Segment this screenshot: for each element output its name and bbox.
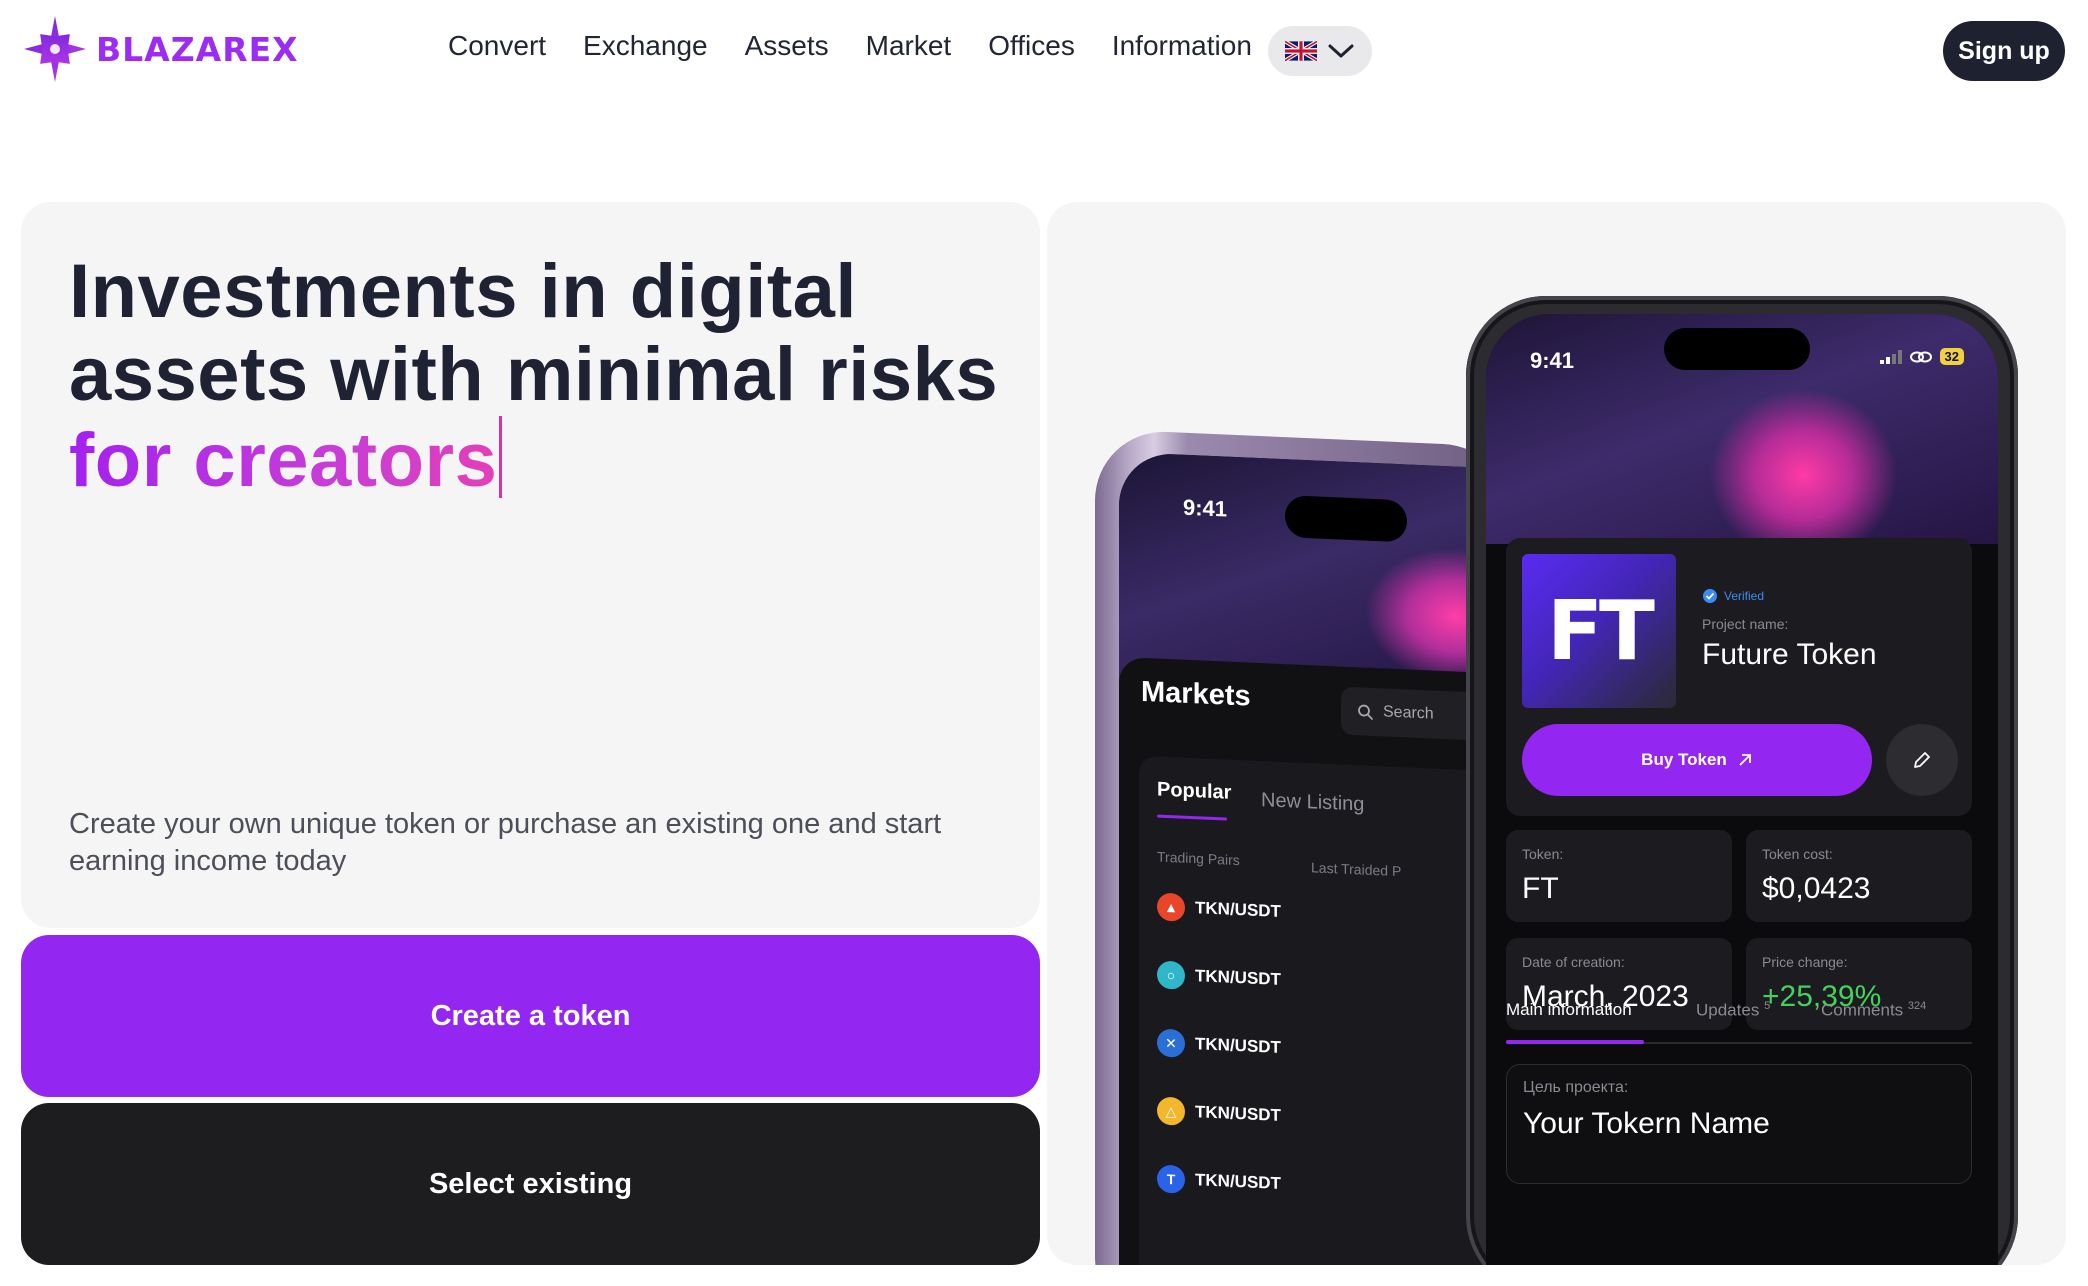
- signal-icon: [1879, 349, 1902, 364]
- pair-row[interactable]: ▲ TKN/USDT: [1157, 892, 1281, 926]
- t-coin-icon: T: [1157, 1164, 1185, 1194]
- verified-icon: [1703, 589, 1717, 603]
- pencil-icon: [1914, 752, 1930, 768]
- nav-offices[interactable]: Offices: [988, 30, 1075, 62]
- circle-coin-icon: ○: [1157, 960, 1185, 990]
- chevron-down-icon: [1328, 44, 1354, 58]
- tab-active-indicator: [1157, 814, 1227, 821]
- stat-value: $0,0423: [1762, 872, 1871, 905]
- headline-line-2: assets with minimal risks: [69, 332, 999, 417]
- pair-row[interactable]: ✕ TKN/USDT: [1157, 1028, 1281, 1062]
- uk-flag-icon: [1285, 41, 1317, 61]
- typing-caret: [499, 416, 503, 498]
- pair-name: TKN/USDT: [1195, 966, 1281, 989]
- tab-updates-count: 5: [1764, 1000, 1771, 1012]
- token-logo: FT: [1522, 554, 1676, 708]
- tab-popular[interactable]: Popular: [1157, 779, 1231, 805]
- tab-comments-count: 324: [1907, 1000, 1927, 1012]
- markets-title: Markets: [1141, 675, 1251, 713]
- headline-line-1: Investments in digital: [69, 249, 858, 334]
- arrow-up-right-icon: [1739, 754, 1751, 766]
- project-goal-field: Цель проекта: Your Tokern Name: [1506, 1064, 1972, 1184]
- dynamic-island: [1285, 495, 1407, 543]
- col-trading-pairs: Trading Pairs: [1157, 848, 1240, 869]
- stat-token: Token: FT: [1506, 830, 1732, 922]
- nav-convert[interactable]: Convert: [448, 30, 546, 62]
- token-tabs: Main information Updates 5 Comments 324: [1506, 984, 1972, 1044]
- phone-markets-screen: 9:41 Markets Search Popular New Listing …: [1119, 451, 1515, 1265]
- col-last-traded: Last Traided P: [1311, 859, 1402, 880]
- pair-name: TKN/USDT: [1195, 898, 1281, 921]
- verified-badge: Verified: [1702, 588, 1764, 604]
- edit-button[interactable]: [1886, 724, 1958, 796]
- status-icons: 32: [1879, 348, 1964, 365]
- verified-label: Verified: [1724, 589, 1765, 603]
- stat-token-cost: Token cost: $0,0423: [1746, 830, 1972, 922]
- create-token-button[interactable]: Create a token: [21, 935, 1040, 1097]
- brand-name: BLAZAREX: [96, 29, 299, 69]
- goal-value: Your Tokern Name: [1523, 1107, 1770, 1140]
- markets-list: Popular New Listing Trading Pairs Last T…: [1139, 755, 1515, 1265]
- signup-button[interactable]: Sign up: [1943, 21, 2065, 81]
- tab-main-information[interactable]: Main information: [1506, 1000, 1632, 1020]
- pair-name: TKN/USDT: [1195, 1102, 1281, 1125]
- stat-label: Price change:: [1762, 954, 1848, 970]
- language-selector[interactable]: [1268, 26, 1372, 76]
- dynamic-island: [1664, 328, 1810, 370]
- main-nav: Convert Exchange Assets Market Offices I…: [448, 30, 1252, 62]
- nav-exchange[interactable]: Exchange: [583, 30, 708, 62]
- pair-name: TKN/USDT: [1195, 1034, 1281, 1057]
- phone-markets: 9:41 Markets Search Popular New Listing …: [1095, 428, 1515, 1265]
- search-placeholder: Search: [1383, 703, 1434, 723]
- nav-market[interactable]: Market: [866, 30, 952, 62]
- phone-token-screen: 9:41 32 FT Verified Project name: Future…: [1486, 314, 1998, 1265]
- pair-name: TKN/USDT: [1195, 1170, 1281, 1193]
- xrp-icon: ✕: [1157, 1028, 1185, 1058]
- stat-label: Date of creation:: [1522, 954, 1625, 970]
- star-logo-icon: [24, 16, 86, 82]
- tron-icon: ▲: [1157, 892, 1185, 922]
- goal-label: Цель проекта:: [1523, 1079, 1629, 1096]
- search-icon: [1358, 704, 1373, 720]
- tab-comments[interactable]: Comments 324: [1821, 1000, 1926, 1021]
- triangle-coin-icon: △: [1157, 1096, 1185, 1126]
- link-icon: [1909, 351, 1932, 362]
- pair-row[interactable]: T TKN/USDT: [1157, 1164, 1281, 1198]
- hero-text-card: Investments in digital assets with minim…: [21, 202, 1040, 928]
- buy-token-label: Buy Token: [1641, 750, 1727, 769]
- hero-visual-card: 9:41 Markets Search Popular New Listing …: [1047, 202, 2066, 1265]
- tab-updates-label: Updates: [1696, 1000, 1760, 1020]
- tab-active-indicator: [1506, 1040, 1644, 1044]
- stat-label: Token:: [1522, 846, 1564, 862]
- tab-new-listing[interactable]: New Listing: [1261, 789, 1364, 817]
- markets-panel: Markets Search Popular New Listing Tradi…: [1119, 656, 1515, 1265]
- select-existing-button[interactable]: Select existing: [21, 1103, 1040, 1265]
- markets-search[interactable]: Search: [1341, 686, 1481, 741]
- token-card: FT Verified Project name: Future Token B…: [1506, 538, 1972, 816]
- hero-subtitle: Create your own unique token or purchase…: [69, 808, 942, 877]
- project-name: Future Token: [1702, 638, 1877, 671]
- site-header: BLAZAREX Convert Exchange Assets Market …: [0, 0, 2088, 110]
- tab-updates[interactable]: Updates 5: [1696, 1000, 1770, 1021]
- status-time: 9:41: [1183, 494, 1228, 522]
- pair-row[interactable]: ○ TKN/USDT: [1157, 960, 1281, 994]
- hero-headline: Investments in digital assets with minim…: [69, 250, 998, 502]
- tab-comments-label: Comments: [1821, 1000, 1904, 1020]
- buy-token-button[interactable]: Buy Token: [1522, 724, 1872, 796]
- stat-value: FT: [1522, 872, 1559, 905]
- logo[interactable]: BLAZAREX: [20, 14, 299, 84]
- nav-assets[interactable]: Assets: [745, 30, 829, 62]
- battery-icon: 32: [1939, 348, 1964, 365]
- pair-row[interactable]: △ TKN/USDT: [1157, 1096, 1281, 1130]
- phone-token: 9:41 32 FT Verified Project name: Future…: [1466, 296, 2018, 1265]
- project-name-label: Project name:: [1702, 616, 1789, 632]
- status-time: 9:41: [1530, 348, 1575, 373]
- stat-label: Token cost:: [1762, 846, 1833, 862]
- nav-information[interactable]: Information: [1112, 30, 1252, 62]
- headline-accent: for creators: [69, 418, 498, 503]
